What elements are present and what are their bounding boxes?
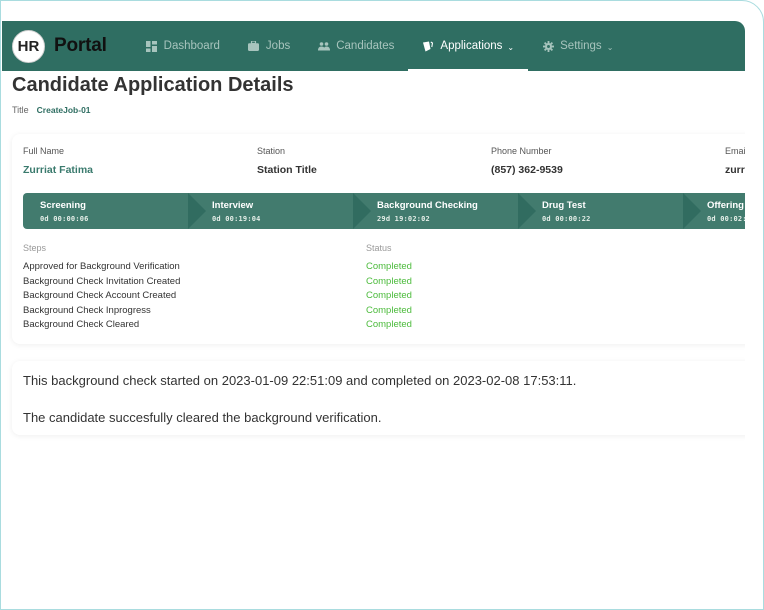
full-name-field: Full Name Zurriat Fatima [23, 146, 93, 176]
stage-duration: 29d 19:02:02 [377, 215, 430, 223]
stage-arrow-icon [188, 193, 206, 229]
nav-label: Applications [440, 40, 503, 52]
stage-arrow-icon [683, 193, 701, 229]
page-title: Candidate Application Details [12, 74, 294, 96]
field-label: Full Name [23, 146, 65, 156]
viewport: HR Portal Dashboard Jobs Candidates Appl… [2, 21, 745, 609]
status-header: Status [366, 243, 392, 253]
stage-pipeline: Screening 0d 00:00:06 Interview 0d 00:19… [23, 193, 745, 229]
job-title-line: Title CreateJob-01 [12, 105, 91, 115]
stage-arrow-icon [518, 193, 536, 229]
phone-field: Phone Number (857) 362-9539 [491, 146, 563, 176]
summary-dates: This background check started on 2023-01… [23, 373, 577, 388]
candidate-name[interactable]: Zurriat Fatima [23, 164, 93, 176]
status-badge: Completed [366, 261, 412, 272]
stage-name: Offering [707, 200, 744, 211]
stage-duration: 0d 00:02: [707, 215, 745, 223]
nav-item-candidates[interactable]: Candidates [304, 21, 408, 71]
stage-duration: 0d 00:00:06 [40, 215, 89, 223]
app-frame: HR Portal Dashboard Jobs Candidates Appl… [0, 0, 764, 610]
stage-name: Drug Test [542, 200, 586, 211]
phone-value: (857) 362-9539 [491, 164, 563, 176]
dashboard-icon [146, 40, 158, 52]
status-badge: Completed [366, 319, 412, 331]
stage-name: Background Checking [377, 200, 478, 211]
step-item: Approved for Background Verification [23, 261, 180, 272]
step-item: Background Check Inprogress [23, 304, 151, 316]
stage-offering[interactable]: Offering 0d 00:02: [701, 193, 745, 229]
stage-screening[interactable]: Screening 0d 00:00:06 [23, 193, 188, 229]
chevron-down-icon: ⌄ [507, 42, 515, 52]
stage-duration: 0d 00:19:04 [212, 215, 261, 223]
email-value: zurr [725, 164, 745, 176]
chevron-down-icon: ⌄ [606, 42, 614, 52]
summary-result: The candidate succesfully cleared the ba… [23, 410, 382, 425]
logo[interactable]: HR Portal [12, 29, 107, 63]
nav-label: Candidates [336, 40, 395, 52]
step-item: Background Check Invitation Created [23, 275, 181, 287]
stage-name: Interview [212, 200, 254, 211]
stage-interview[interactable]: Interview 0d 00:19:04 [206, 193, 354, 229]
nav-label: Settings [560, 40, 602, 52]
nav-item-applications[interactable]: Applications ⌄ [408, 21, 528, 71]
station-field: Station Station Title [257, 146, 317, 176]
steps-header: Steps [23, 243, 47, 253]
steps-list: Approved for Background Verification Bac… [23, 260, 180, 333]
nav-item-settings[interactable]: Settings ⌄ [528, 21, 627, 71]
field-label: Phone Number [491, 146, 552, 156]
status-badge: Completed [366, 290, 412, 302]
briefcase-icon [248, 40, 260, 52]
stage-name: Screening [40, 200, 86, 211]
station-value: Station Title [257, 164, 317, 176]
logo-text: Portal [54, 35, 107, 56]
application-details-card: Full Name Zurriat Fatima Station Station… [12, 134, 745, 344]
nav-item-dashboard[interactable]: Dashboard [132, 21, 234, 71]
stage-arrow-icon [353, 193, 371, 229]
applications-icon [422, 40, 434, 52]
stage-background-checking[interactable]: Background Checking 29d 19:02:02 [371, 193, 519, 229]
email-field: Email zurr [725, 146, 745, 176]
status-badge: Completed [366, 304, 412, 316]
nav-item-jobs[interactable]: Jobs [234, 21, 304, 71]
nav-menu: Dashboard Jobs Candidates Applications ⌄… [132, 21, 628, 71]
nav-label: Jobs [265, 40, 291, 52]
top-navbar: HR Portal Dashboard Jobs Candidates Appl… [2, 21, 745, 71]
step-item: Background Check Cleared [23, 319, 140, 331]
status-badge: Completed [366, 275, 412, 287]
status-list: Completed Completed Completed Completed … [366, 260, 412, 333]
field-label: Email [725, 146, 745, 156]
logo-badge: HR [12, 29, 45, 63]
gear-icon [542, 40, 554, 52]
step-item: Background Check Account Created [23, 290, 177, 302]
users-icon [318, 40, 331, 52]
field-label: Station [257, 146, 286, 156]
nav-label: Dashboard [163, 40, 220, 52]
stage-duration: 0d 00:00:22 [542, 215, 591, 223]
stage-drug-test[interactable]: Drug Test 0d 00:00:22 [536, 193, 684, 229]
summary-card: This background check started on 2023-01… [12, 361, 745, 435]
job-title-link[interactable]: CreateJob-01 [37, 105, 91, 115]
job-title-label: Title [12, 105, 29, 115]
